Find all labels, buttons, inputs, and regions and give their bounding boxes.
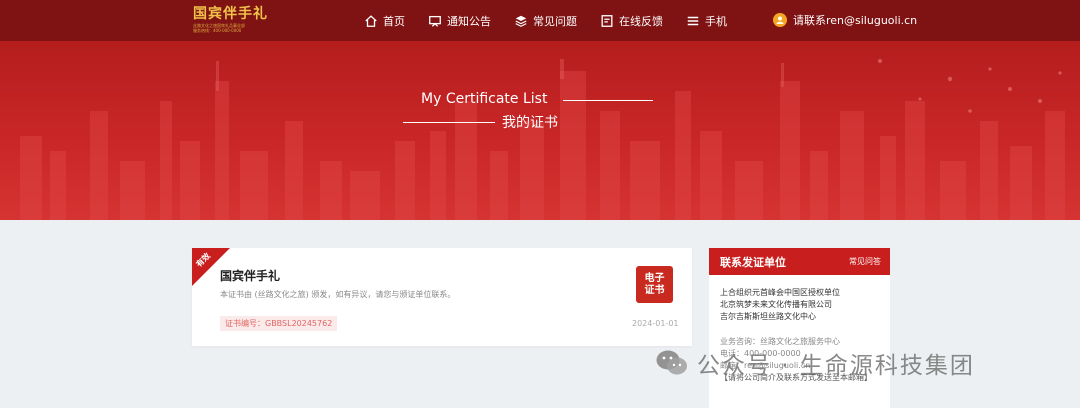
issuer-org: 上合组织元首峰会中国区授权单位 (720, 288, 840, 297)
menu-item-feedback[interactable]: 在线反馈 (600, 13, 663, 29)
issuer-panel-title: 联系发证单位 (720, 255, 786, 269)
menu-label-notice: 通知公告 (447, 14, 491, 28)
issuer-panel-header: 联系发证单位 常见问答 (709, 248, 890, 275)
logo[interactable]: 国宾伴手礼 丝路文化之旅国宾礼品事业部 服务热线：400-000-0000 (193, 6, 268, 33)
badge-line-1: 电子 (644, 272, 665, 284)
menu-label-mobile: 手机 (705, 14, 727, 28)
certificate-date: 2024-01-01 (632, 319, 679, 328)
top-nav: 国宾伴手礼 丝路文化之旅国宾礼品事业部 服务热线：400-000-0000 首页… (0, 0, 1080, 41)
hero-divider (563, 100, 653, 101)
logo-text: 国宾伴手礼 (193, 6, 268, 22)
issuer-org: 北京筑梦未来文化传播有限公司 (720, 300, 832, 309)
watermark: 公众号 · 生命源科技集团 (655, 346, 975, 380)
user-icon (773, 13, 787, 27)
logo-hotline: 服务热线：400-000-0000 (193, 28, 242, 33)
hero-title-en: My Certificate List (421, 91, 548, 107)
menu-item-home[interactable]: 首页 (364, 13, 405, 29)
certificate-card[interactable]: 有效 国宾伴手礼 本证书由 (丝路文化之旅) 颁发，如有异议，请您与颁证单位联系… (192, 248, 692, 346)
certificate-number: 证书编号：GBBSL20245762 (220, 316, 338, 331)
issuer-org: 吉尔吉斯斯坦丝路文化中心 (720, 312, 816, 321)
faq-icon (515, 15, 527, 27)
main-menu: 首页 通知公告 常见问题 在线反馈 手机 (364, 0, 750, 41)
hero-divider (403, 122, 495, 123)
menu-item-notice[interactable]: 通知公告 (428, 13, 491, 29)
certificate-title[interactable]: 国宾伴手礼 (220, 267, 280, 284)
menu-item-faq[interactable]: 常见问题 (514, 13, 577, 29)
wechat-icon (656, 350, 687, 375)
menu-item-mobile[interactable]: 手机 (686, 13, 727, 29)
menu-label-home: 首页 (383, 14, 405, 28)
issuer-panel: 联系发证单位 常见问答 上合组织元首峰会中国区授权单位 北京筑梦未来文化传播有限… (709, 248, 890, 408)
contact-link[interactable]: 请联系ren@siluguoli.cn (773, 12, 917, 28)
menu-label-feedback: 在线反馈 (619, 14, 663, 28)
watermark-text: 公众号 · 生命源科技集团 (697, 353, 975, 379)
feedback-icon (601, 14, 613, 27)
hero-banner: My Certificate List 我的证书 (0, 41, 1080, 220)
hero-title-zh: 我的证书 (502, 115, 558, 131)
home-icon (365, 14, 377, 27)
contact-label: 请联系ren@siluguoli.cn (793, 14, 918, 27)
notice-icon (429, 15, 441, 27)
faq-link[interactable]: 常见问答 (849, 256, 881, 267)
badge-line-2: 证书 (644, 284, 665, 296)
issuer-org-list: 上合组织元首峰会中国区授权单位 北京筑梦未来文化传播有限公司 吉尔吉斯斯坦丝路文… (709, 275, 890, 323)
menu-label-faq: 常见问题 (533, 14, 577, 28)
mobile-icon (687, 16, 699, 25)
e-certificate-badge-icon[interactable]: 电子 证书 (636, 266, 673, 303)
certificate-description: 本证书由 (丝路文化之旅) 颁发，如有异议，请您与颁证单位联系。 (220, 290, 456, 299)
